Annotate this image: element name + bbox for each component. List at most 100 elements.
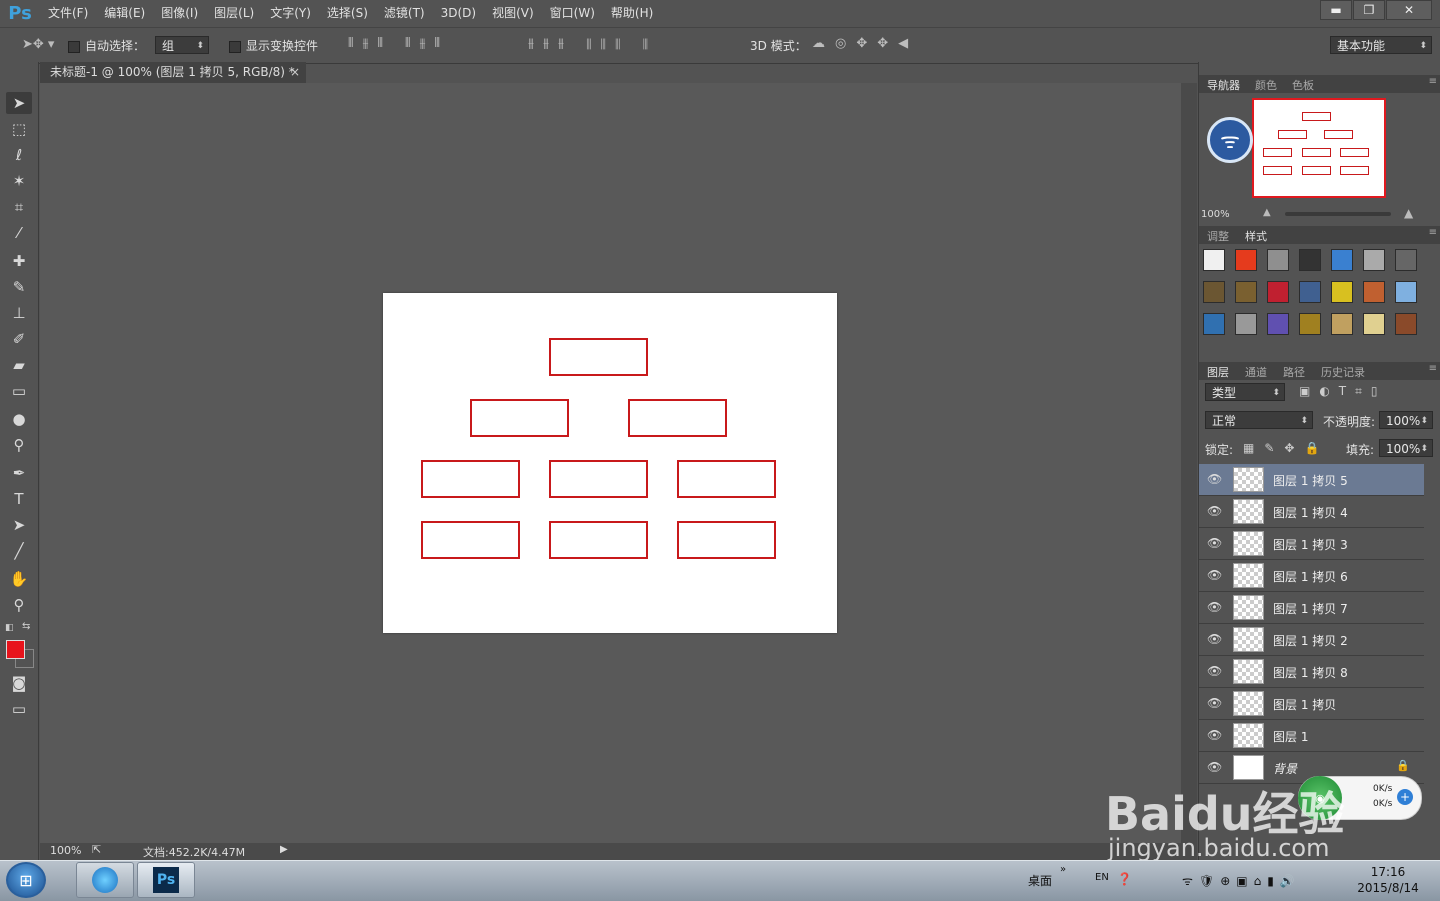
move-tool-icon[interactable]: ➤ bbox=[6, 92, 32, 114]
style-swatch[interactable] bbox=[1267, 281, 1289, 303]
tab-styles[interactable]: 样式 bbox=[1245, 228, 1267, 244]
visibility-eye-icon[interactable]: 👁 bbox=[1207, 664, 1222, 678]
align-icons[interactable]: ⫴⫵⫴ ⫴⫵⫴ bbox=[348, 36, 449, 51]
path-select-icon[interactable]: ➤ bbox=[6, 514, 32, 536]
style-swatch[interactable] bbox=[1203, 249, 1225, 271]
tab-navigator[interactable]: 导航器 bbox=[1207, 77, 1240, 93]
visibility-eye-icon[interactable]: 👁 bbox=[1207, 696, 1222, 710]
tab-swatches[interactable]: 色板 bbox=[1292, 77, 1314, 93]
restore-button[interactable]: ❐ bbox=[1353, 0, 1385, 20]
fill-field[interactable]: 100% bbox=[1379, 439, 1433, 458]
taskbar-app-photoshop[interactable]: Ps bbox=[137, 862, 195, 898]
document-canvas[interactable] bbox=[383, 293, 837, 633]
style-swatch[interactable] bbox=[1299, 281, 1321, 303]
layer-filter-icons[interactable]: ▣◐T⌗▯ bbox=[1299, 384, 1387, 399]
layer-row[interactable]: 👁 图层 1 bbox=[1199, 720, 1424, 752]
lock-icon[interactable]: 🔒 bbox=[1396, 759, 1410, 772]
visibility-eye-icon[interactable]: 👁 bbox=[1207, 504, 1222, 518]
3d-mode-icons[interactable]: ☁◎✥✥◀ bbox=[812, 36, 918, 51]
taskbar-app-browser[interactable] bbox=[76, 862, 134, 898]
type-tool-icon[interactable]: T bbox=[6, 488, 32, 510]
style-swatch[interactable] bbox=[1331, 249, 1353, 271]
zoom-out-icon[interactable]: ▲ bbox=[1263, 207, 1271, 218]
panel-menu-icon[interactable]: ≡ bbox=[1429, 363, 1437, 374]
visibility-eye-icon[interactable]: 👁 bbox=[1207, 728, 1222, 742]
auto-select-checkbox[interactable]: 自动选择： bbox=[68, 37, 145, 54]
gradient-icon[interactable]: ▭ bbox=[6, 380, 32, 402]
zoom-level[interactable]: 100% bbox=[50, 844, 81, 857]
help-icon[interactable]: ❓ bbox=[1117, 872, 1132, 886]
style-swatch[interactable] bbox=[1235, 313, 1257, 335]
layer-row[interactable]: 👁 图层 1 拷贝 3 bbox=[1199, 528, 1424, 560]
visibility-eye-icon[interactable]: 👁 bbox=[1207, 568, 1222, 582]
layer-row[interactable]: 👁 图层 1 拷贝 4 bbox=[1199, 496, 1424, 528]
style-swatch[interactable] bbox=[1235, 281, 1257, 303]
pen-tool-icon[interactable]: ✒ bbox=[6, 462, 32, 484]
input-language[interactable]: EN bbox=[1095, 872, 1109, 883]
close-document-icon[interactable]: × bbox=[290, 62, 300, 83]
style-swatch[interactable] bbox=[1395, 249, 1417, 271]
magic-wand-icon[interactable]: ✶ bbox=[6, 170, 32, 192]
style-swatch[interactable] bbox=[1363, 281, 1385, 303]
menu-3d[interactable]: 3D(D) bbox=[433, 0, 484, 27]
hand-tool-icon[interactable]: ✋ bbox=[6, 568, 32, 590]
tab-color[interactable]: 颜色 bbox=[1255, 77, 1277, 93]
add-icon[interactable]: + bbox=[1397, 789, 1413, 805]
auto-select-dropdown[interactable]: 组 bbox=[155, 36, 209, 55]
style-swatch[interactable] bbox=[1395, 281, 1417, 303]
start-button-icon[interactable]: ⊞ bbox=[6, 862, 46, 898]
style-swatch[interactable] bbox=[1203, 281, 1225, 303]
menu-type[interactable]: 文字(Y) bbox=[262, 0, 319, 27]
move-tool-preset-icon[interactable]: ➤✥ ▾ bbox=[22, 37, 54, 52]
layer-row[interactable]: 👁 图层 1 拷贝 5 bbox=[1199, 464, 1424, 496]
healing-brush-icon[interactable]: ✚ bbox=[6, 250, 32, 272]
swap-colors-icon[interactable]: ⇆ bbox=[22, 621, 30, 632]
visibility-eye-icon[interactable]: 👁 bbox=[1207, 632, 1222, 646]
menu-edit[interactable]: 编辑(E) bbox=[96, 0, 153, 27]
close-button[interactable]: ✕ bbox=[1386, 0, 1432, 20]
style-swatch[interactable] bbox=[1331, 281, 1353, 303]
menu-select[interactable]: 选择(S) bbox=[319, 0, 376, 27]
checkbox-box[interactable] bbox=[229, 40, 241, 53]
layer-row[interactable]: 👁 图层 1 拷贝 7 bbox=[1199, 592, 1424, 624]
desktop-toolbar-label[interactable]: 桌面 bbox=[1028, 872, 1052, 889]
style-swatch[interactable] bbox=[1395, 313, 1417, 335]
export-icon[interactable]: ⇱ bbox=[92, 843, 101, 856]
lasso-tool-icon[interactable]: ℓ bbox=[6, 144, 32, 166]
panel-menu-icon[interactable]: ≡ bbox=[1429, 227, 1437, 238]
dodge-tool-icon[interactable]: ⚲ bbox=[6, 434, 32, 456]
menu-file[interactable]: 文件(F) bbox=[40, 0, 96, 27]
style-swatch[interactable] bbox=[1299, 313, 1321, 335]
blend-mode-dropdown[interactable]: 正常 bbox=[1205, 411, 1313, 430]
style-swatch[interactable] bbox=[1363, 313, 1385, 335]
menu-filter[interactable]: 滤镜(T) bbox=[376, 0, 433, 27]
line-tool-icon[interactable]: ╱ bbox=[6, 540, 32, 562]
style-swatch[interactable] bbox=[1203, 313, 1225, 335]
menu-help[interactable]: 帮助(H) bbox=[603, 0, 661, 27]
show-transform-checkbox[interactable]: 显示变换控件 bbox=[229, 37, 318, 54]
tab-channels[interactable]: 通道 bbox=[1245, 364, 1267, 380]
blur-tool-icon[interactable]: ● bbox=[6, 408, 32, 430]
status-menu-arrow-icon[interactable]: ▶ bbox=[280, 844, 288, 855]
opacity-field[interactable]: 100% bbox=[1379, 411, 1433, 430]
toolbar-expand-icon[interactable]: » bbox=[1060, 864, 1066, 875]
default-colors-icon[interactable]: ◧ bbox=[5, 623, 14, 633]
clone-stamp-icon[interactable]: ⊥ bbox=[6, 302, 32, 324]
distribute-icons[interactable]: ⫵⫵⫵ ⫴⫴⫴ ⫴ bbox=[528, 36, 657, 51]
brush-tool-icon[interactable]: ✎ bbox=[6, 276, 32, 298]
style-swatch[interactable] bbox=[1299, 249, 1321, 271]
layer-row[interactable]: 👁 图层 1 拷贝 2 bbox=[1199, 624, 1424, 656]
style-swatch[interactable] bbox=[1267, 249, 1289, 271]
screen-mode-icon[interactable]: ▭ bbox=[6, 698, 32, 720]
visibility-eye-icon[interactable]: 👁 bbox=[1207, 472, 1222, 486]
wifi-icon[interactable]: ᯤ bbox=[1207, 117, 1253, 163]
visibility-eye-icon[interactable]: 👁 bbox=[1207, 760, 1222, 774]
eraser-icon[interactable]: ▰ bbox=[6, 354, 32, 376]
workspace-dropdown[interactable]: 基本功能 bbox=[1330, 36, 1432, 55]
clock[interactable]: 17:16 2015/8/14 bbox=[1356, 864, 1420, 896]
menu-window[interactable]: 窗口(W) bbox=[542, 0, 603, 27]
menu-image[interactable]: 图像(I) bbox=[153, 0, 206, 27]
vertical-scrollbar[interactable] bbox=[1181, 83, 1197, 843]
history-brush-icon[interactable]: ✐ bbox=[6, 328, 32, 350]
zoom-in-icon[interactable]: ▲ bbox=[1404, 206, 1413, 220]
